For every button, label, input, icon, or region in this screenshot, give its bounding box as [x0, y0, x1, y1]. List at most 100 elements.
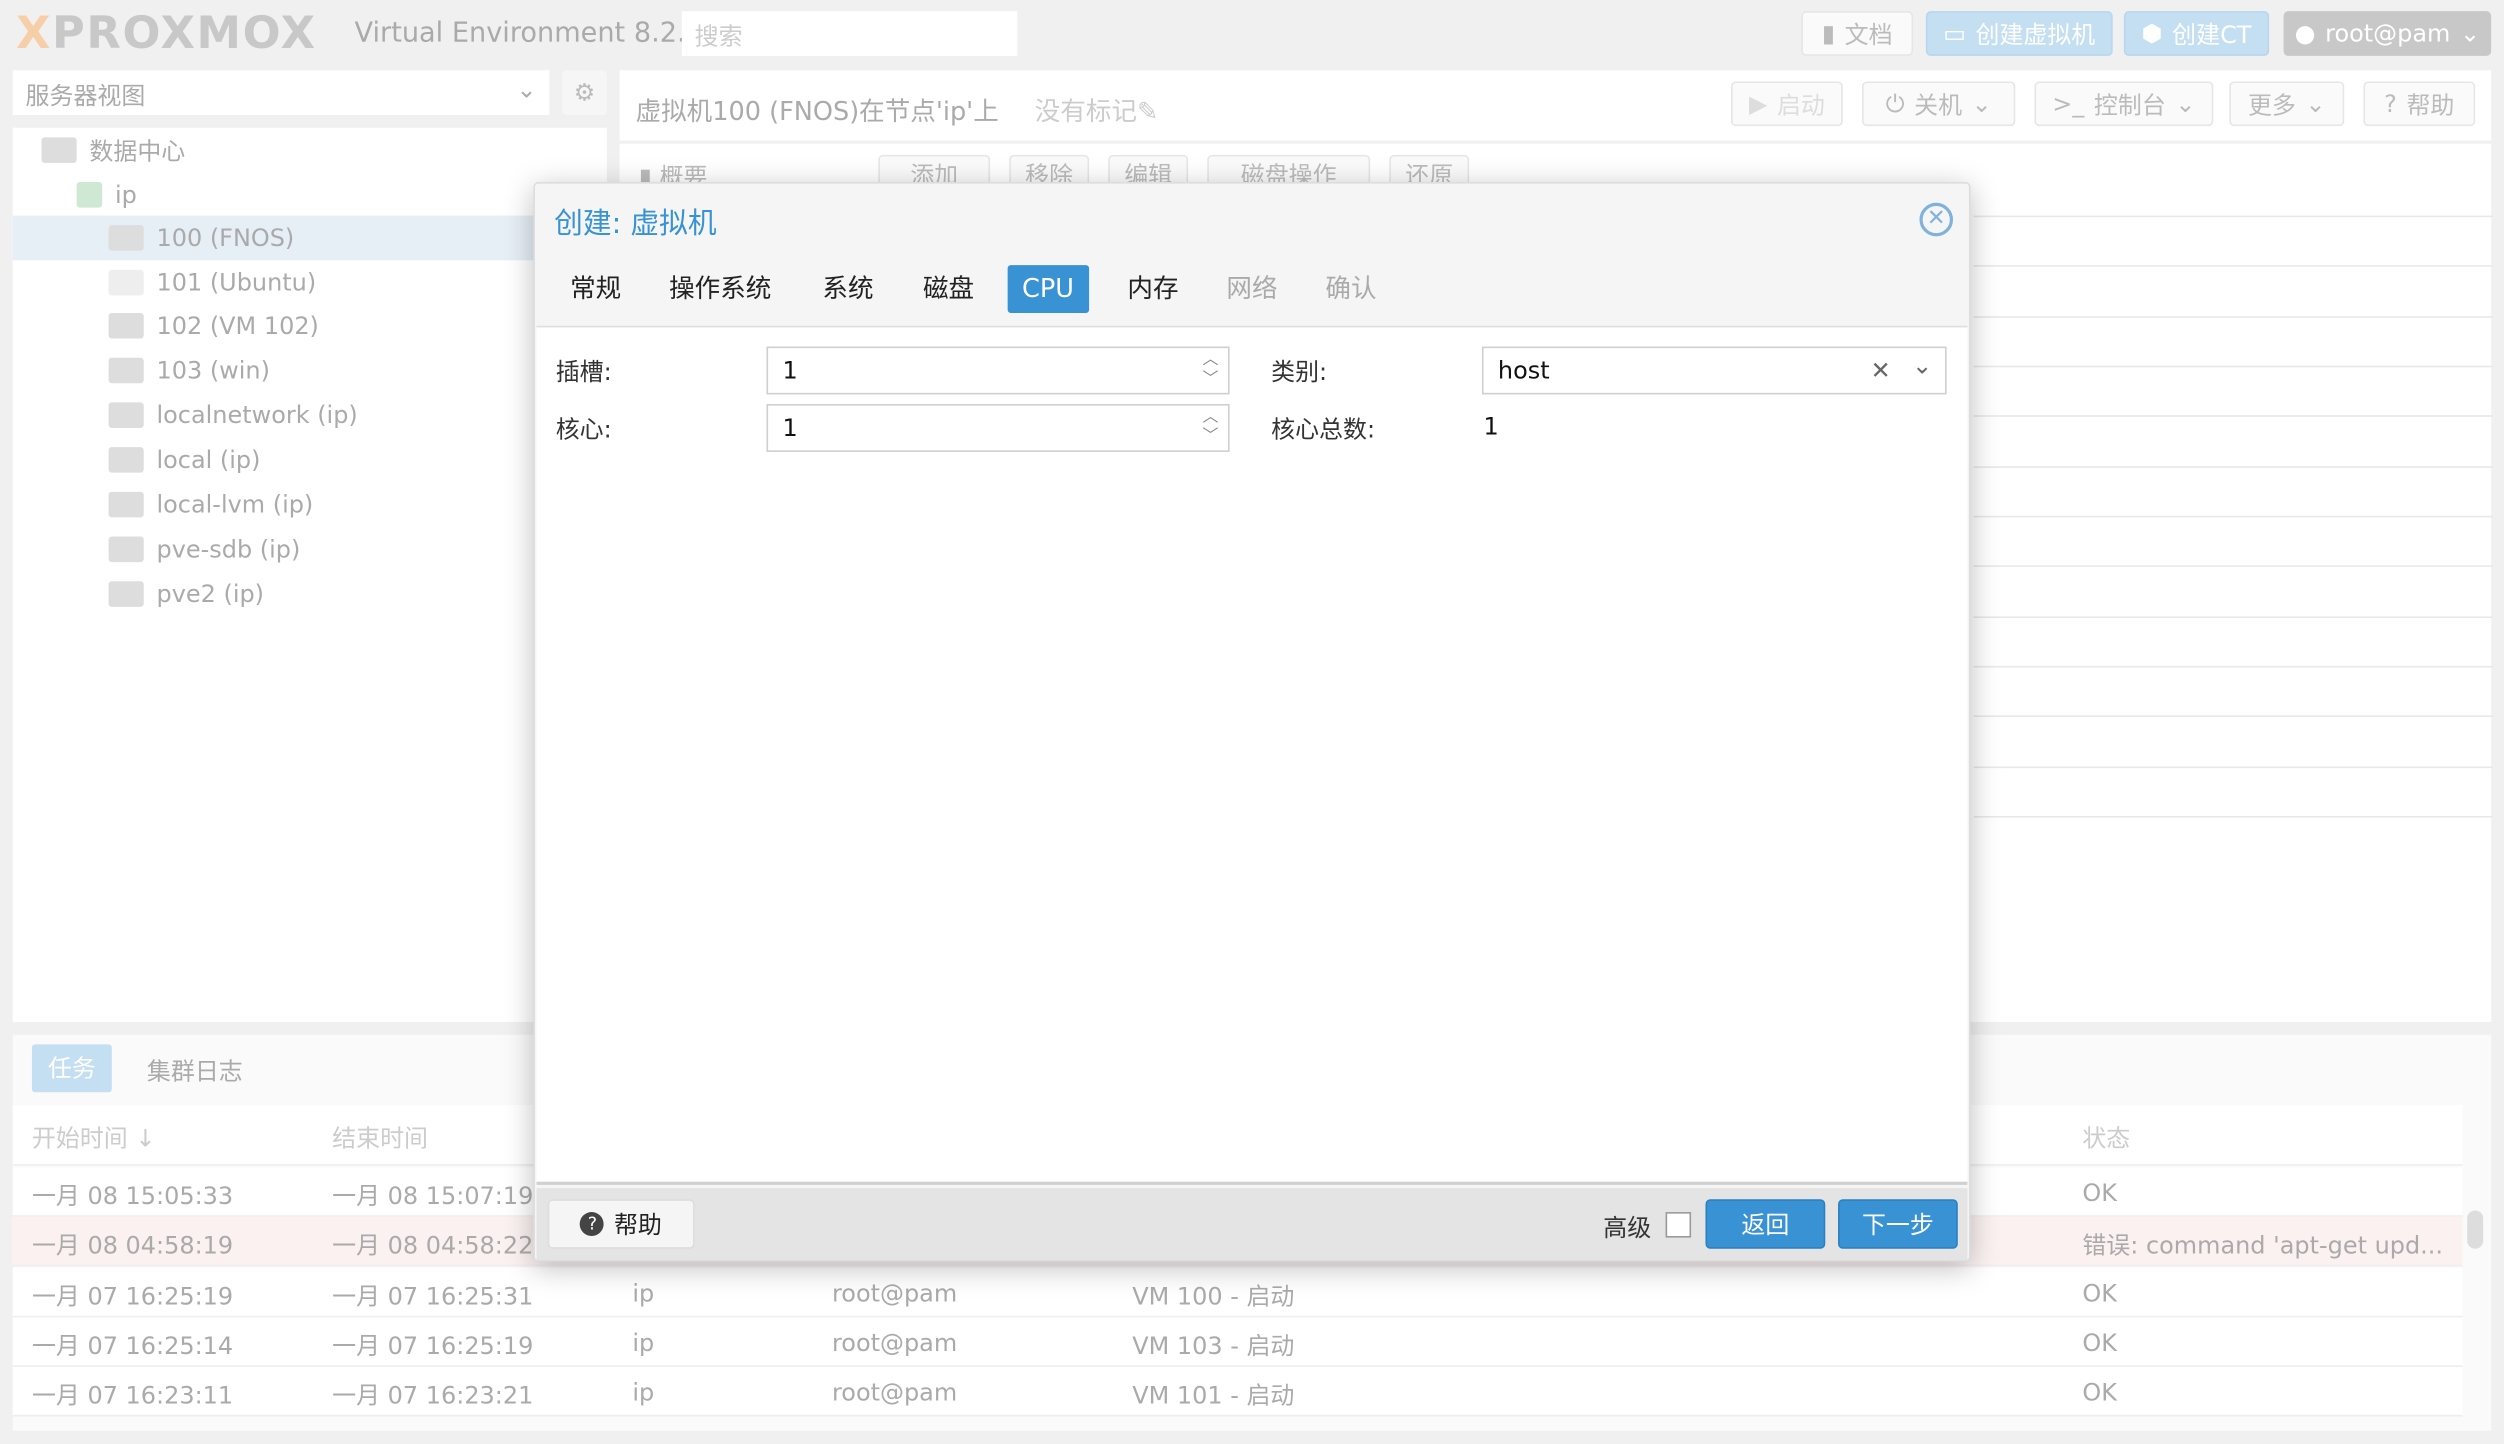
table-row[interactable]: 一月 07 16:25:14 一月 07 16:25:19 ip root@pam VM… — [12, 1317, 2463, 1367]
power-icon: ⏻ — [1885, 89, 1905, 119]
question-icon: ? — [2384, 89, 2397, 119]
divider — [1973, 515, 2493, 518]
pencil-icon: ✎ — [1137, 95, 1159, 127]
divider — [1973, 565, 2493, 567]
sockets-input[interactable]: 1 ︿ ﹀ — [766, 346, 1230, 395]
back-button[interactable]: 返回 — [1705, 1199, 1826, 1249]
tab-confirm[interactable]: 确认 — [1311, 265, 1391, 313]
tree-item-vm[interactable]: 100 (FNOS) — [12, 215, 607, 261]
chevron-down-icon[interactable]: ⌄ — [1912, 343, 1932, 388]
scrollbar[interactable] — [2467, 1210, 2484, 1249]
storage-unknown-icon — [108, 581, 144, 607]
proxmox-logo: XPROXMOX — [15, 6, 317, 60]
cores-label: 核心: — [555, 415, 612, 444]
divider — [1973, 766, 2493, 769]
chevron-down-icon: ⌄ — [1971, 89, 1992, 119]
table-row[interactable]: 一月 07 16:23:11 一月 07 16:23:21 ip root@pam VM… — [12, 1367, 2463, 1417]
user-icon: ● — [2294, 19, 2316, 48]
spinner-icon[interactable]: ︿ ﹀ — [1202, 406, 1218, 448]
divider — [1973, 616, 2493, 619]
tab-system[interactable]: 系统 — [808, 265, 888, 313]
console-button[interactable]: >_ 控制台 ⌄ — [2034, 81, 2214, 127]
docs-button[interactable]: ▮ 文档 — [1801, 11, 1914, 56]
clear-icon[interactable]: ✕ — [1871, 348, 1891, 393]
tree-item-datacenter[interactable]: 数据中心 — [13, 128, 607, 173]
question-icon: ? — [580, 1212, 605, 1237]
monitor-icon: ▭ — [1943, 19, 1966, 48]
table-row[interactable]: 一月 07 16:25:19 一月 07 16:25:31 ip root@pam VM… — [12, 1267, 2463, 1317]
tags-edit[interactable]: 没有标记✎ — [1035, 89, 1159, 127]
more-button[interactable]: 更多 ⌄ — [2229, 81, 2345, 127]
tab-os[interactable]: 操作系统 — [655, 265, 786, 313]
start-time-cell: 一月 07 16:23:11 — [31, 1381, 234, 1411]
description-cell: VM 100 - 启动 — [1132, 1281, 1295, 1311]
help-button[interactable]: ? 帮助 — [2363, 81, 2476, 127]
user-cell: root@pam — [831, 1278, 958, 1308]
tree-item-storage[interactable]: local (ip) — [13, 438, 607, 483]
gear-button[interactable]: ⚙ — [562, 70, 607, 115]
tab-general[interactable]: 常规 — [556, 265, 636, 313]
node-cell: ip — [632, 1378, 655, 1408]
node-cell: ip — [632, 1278, 655, 1308]
spinner-icon[interactable]: ︿ ﹀ — [1202, 348, 1218, 390]
header-start-time[interactable]: 开始时间 ↓ — [32, 1121, 156, 1155]
tab-cpu[interactable]: CPU — [1007, 265, 1089, 313]
search-input[interactable]: 搜索 — [681, 11, 1018, 56]
status-cell: OK — [2082, 1378, 2117, 1408]
end-time-cell: 一月 08 15:07:19 — [332, 1181, 534, 1211]
total-cores-value: 1 — [1483, 412, 1499, 441]
dialog-body — [536, 325, 1968, 1185]
tree-item-network[interactable]: localnetwork (ip) — [13, 393, 607, 438]
status-cell: OK — [2082, 1328, 2117, 1358]
tree-item-node[interactable]: ip — [13, 172, 607, 217]
node-cell: ip — [632, 1328, 655, 1358]
create-vm-button[interactable]: ▭ 创建虚拟机 — [1925, 11, 2113, 56]
vm-icon — [108, 269, 144, 296]
total-cores-label: 核心总数: — [1271, 415, 1376, 444]
divider — [1973, 365, 2493, 368]
tab-tasks[interactable]: 任务 — [31, 1044, 112, 1093]
storage-icon — [108, 491, 144, 518]
datacenter-icon — [41, 137, 77, 163]
divider — [1973, 316, 2493, 318]
tab-disks[interactable]: 磁盘 — [909, 265, 989, 313]
start-button[interactable]: ▶ 启动 — [1731, 81, 1843, 127]
tree-item-storage[interactable]: pve-sdb (ip) — [13, 527, 607, 572]
chevron-down-icon: ⌄ — [516, 75, 537, 104]
tree-item-storage[interactable]: pve2 (ip) — [13, 572, 607, 617]
cores-input[interactable]: 1 ︿ ﹀ — [766, 404, 1230, 452]
user-menu[interactable]: ● root@pam ⌄ — [2283, 11, 2492, 56]
play-icon: ▶ — [1748, 89, 1768, 119]
advanced-checkbox[interactable] — [1665, 1212, 1692, 1238]
create-ct-button[interactable]: ⬢ 创建CT — [2123, 11, 2270, 56]
view-selector[interactable]: 服务器视图 ⌄ — [12, 70, 550, 115]
start-time-cell: 一月 08 15:05:33 — [31, 1181, 234, 1211]
header-end-time[interactable]: 结束时间 — [332, 1121, 428, 1155]
tab-cluster-log[interactable]: 集群日志 — [147, 1054, 243, 1088]
chevron-down-icon: ⌄ — [2459, 19, 2481, 48]
tree-item-vm[interactable]: 101 (Ubuntu) — [13, 260, 607, 305]
dialog-help-button[interactable]: ? 帮助 — [547, 1199, 695, 1249]
tab-network[interactable]: 网络 — [1212, 265, 1292, 313]
user-cell: root@pam — [831, 1378, 958, 1408]
cpu-type-select[interactable]: host ✕ ⌄ — [1481, 346, 1947, 395]
user-cell: root@pam — [831, 1328, 958, 1358]
type-label: 类别: — [1271, 357, 1328, 387]
close-icon[interactable]: ✕ — [1919, 202, 1954, 237]
start-time-cell: 一月 07 16:25:19 — [31, 1281, 234, 1311]
next-button[interactable]: 下一步 — [1838, 1199, 1958, 1249]
shutdown-button[interactable]: ⏻ 关机 ⌄ — [1861, 81, 2016, 127]
end-time-cell: 一月 08 04:58:22 — [332, 1231, 534, 1261]
tree-item-vm[interactable]: 102 (VM 102) — [13, 303, 607, 348]
chevron-down-icon: ⌄ — [2175, 89, 2196, 119]
status-cell: OK — [2082, 1178, 2117, 1208]
tab-memory[interactable]: 内存 — [1113, 265, 1193, 313]
tree-item-storage[interactable]: local-lvm (ip) — [13, 482, 607, 527]
header-status[interactable]: 状态 — [2082, 1121, 2130, 1155]
version-label: Virtual Environment 8.2.2 — [354, 17, 703, 50]
gear-icon: ⚙ — [573, 78, 596, 107]
advanced-label: 高级 — [1603, 1213, 1652, 1243]
vm-running-icon — [108, 312, 144, 339]
tree-item-vm[interactable]: 103 (win) — [13, 348, 607, 393]
divider — [1973, 466, 2493, 468]
